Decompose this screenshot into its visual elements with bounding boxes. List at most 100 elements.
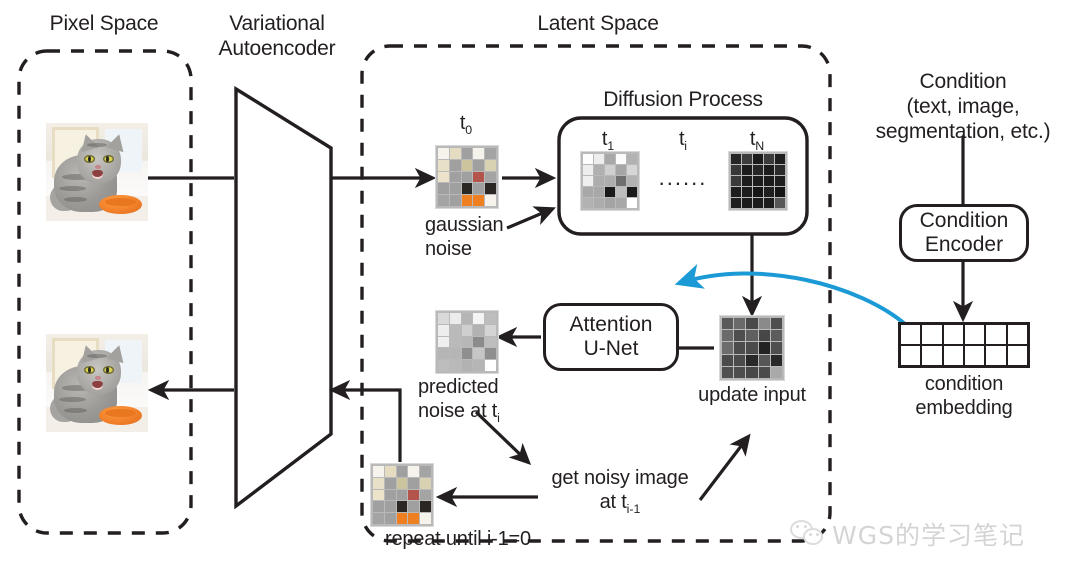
latent-cell xyxy=(373,489,384,501)
condition-embedding-label: condition embedding xyxy=(915,373,1013,419)
latent-cell xyxy=(753,154,763,164)
latent-cell xyxy=(594,198,604,208)
latent-cell xyxy=(485,171,496,183)
latent-cell xyxy=(753,165,763,175)
latent-cell xyxy=(420,489,431,501)
latent-cell xyxy=(485,336,496,348)
latent-cell xyxy=(473,336,485,348)
latent-cell xyxy=(485,159,496,171)
latent-cell xyxy=(473,348,485,360)
latent-cell xyxy=(742,176,752,186)
latent-cell xyxy=(605,187,615,197)
latent-cell xyxy=(722,330,734,342)
watermark-text: WGS的学习笔记 xyxy=(832,521,1025,550)
latent-cell xyxy=(485,324,496,336)
latent-cell xyxy=(384,489,396,501)
latent-cell xyxy=(396,466,408,477)
predicted-noise-label: predicted noise at ti xyxy=(418,376,500,425)
latent-cell xyxy=(449,159,461,171)
latent-cell xyxy=(438,183,449,195)
latent-cell xyxy=(616,154,626,164)
latent-cell xyxy=(373,477,384,489)
embedding-cell xyxy=(901,346,921,365)
latent-cell xyxy=(627,176,637,186)
latent-cell xyxy=(775,176,785,186)
latent-cell xyxy=(722,366,734,378)
latent-cell xyxy=(461,159,473,171)
latent-cell xyxy=(438,336,449,348)
arrow-repeat-to-update xyxy=(698,433,751,501)
latent-cell xyxy=(373,501,384,513)
latent-cell xyxy=(438,348,449,360)
latent-cell xyxy=(438,159,449,171)
latent-cell xyxy=(770,354,782,366)
latent-cell xyxy=(722,354,734,366)
latent-cell xyxy=(605,154,615,164)
arrow-repeat-to-vae xyxy=(328,379,402,462)
latent-cell xyxy=(461,171,473,183)
timestep-label-ti: ti xyxy=(678,128,688,153)
latent-cell xyxy=(764,198,774,208)
latent-grid-repeat xyxy=(371,464,433,526)
latent-cell xyxy=(753,198,763,208)
latent-cell xyxy=(775,165,785,175)
latent-cell xyxy=(485,348,496,360)
latent-cell xyxy=(616,176,626,186)
latent-cell xyxy=(775,187,785,197)
latent-grid-t0 xyxy=(436,146,498,208)
latent-cell xyxy=(473,195,485,206)
diffusion-process-title: Diffusion Process xyxy=(603,88,763,111)
latent-cell xyxy=(734,330,746,342)
timestep-label-t1: t1 xyxy=(601,128,615,153)
latent-cell xyxy=(753,187,763,197)
latent-cell xyxy=(583,198,593,208)
arrow-noise-to-diffusion xyxy=(506,206,556,230)
latent-cell xyxy=(449,313,461,324)
embedding-cell xyxy=(986,325,1006,344)
latent-cell xyxy=(473,148,485,159)
latent-cell xyxy=(408,513,420,524)
latent-cell xyxy=(775,198,785,208)
timestep-label-t0: t0 xyxy=(459,112,473,137)
vae-title: Variational Autoencoder xyxy=(218,12,336,60)
latent-cell xyxy=(420,477,431,489)
latent-grid-tN xyxy=(729,152,787,210)
latent-grid-t1 xyxy=(581,152,639,210)
latent-cell xyxy=(583,165,593,175)
diffusion-ellipsis: ...... xyxy=(658,165,708,190)
latent-cell xyxy=(373,513,384,524)
latent-cell xyxy=(420,466,431,477)
latent-cell xyxy=(753,176,763,186)
watermark: WGS的学习笔记 xyxy=(790,516,1025,552)
embedding-cell xyxy=(965,325,985,344)
latent-cell xyxy=(722,342,734,354)
latent-cell xyxy=(594,187,604,197)
update-input-label: update input xyxy=(698,384,806,406)
latent-cell xyxy=(485,183,496,195)
embedding-cell xyxy=(901,325,921,344)
latent-cell xyxy=(449,348,461,360)
latent-cell xyxy=(485,195,496,206)
latent-cell xyxy=(627,187,637,197)
gaussian-noise-label: gaussian noise xyxy=(425,214,504,260)
output-image-cat xyxy=(46,334,148,432)
condition-encoder-box[interactable]: Condition Encoder xyxy=(899,204,1029,262)
get-noisy-image-label: get noisy image at ti-1 xyxy=(551,467,689,516)
embedding-cell xyxy=(1007,325,1027,344)
latent-cell xyxy=(396,477,408,489)
embedding-cell xyxy=(922,346,942,365)
attention-unet-box[interactable]: Attention U-Net xyxy=(543,303,679,371)
condition-embedding-grid xyxy=(898,322,1030,368)
embedding-cell xyxy=(943,346,963,365)
latent-cell xyxy=(420,513,431,524)
latent-cell xyxy=(449,360,461,371)
latent-cell xyxy=(627,154,637,164)
latent-cell xyxy=(742,165,752,175)
latent-cell xyxy=(764,154,774,164)
latent-cell xyxy=(438,313,449,324)
attention-unet-label: Attention U-Net xyxy=(569,313,653,360)
repeat-until-label: repeat until i-1=0 xyxy=(385,528,531,550)
pixel-space-title: Pixel Space xyxy=(49,12,159,35)
latent-cell xyxy=(384,477,396,489)
vae-shape xyxy=(234,85,333,510)
